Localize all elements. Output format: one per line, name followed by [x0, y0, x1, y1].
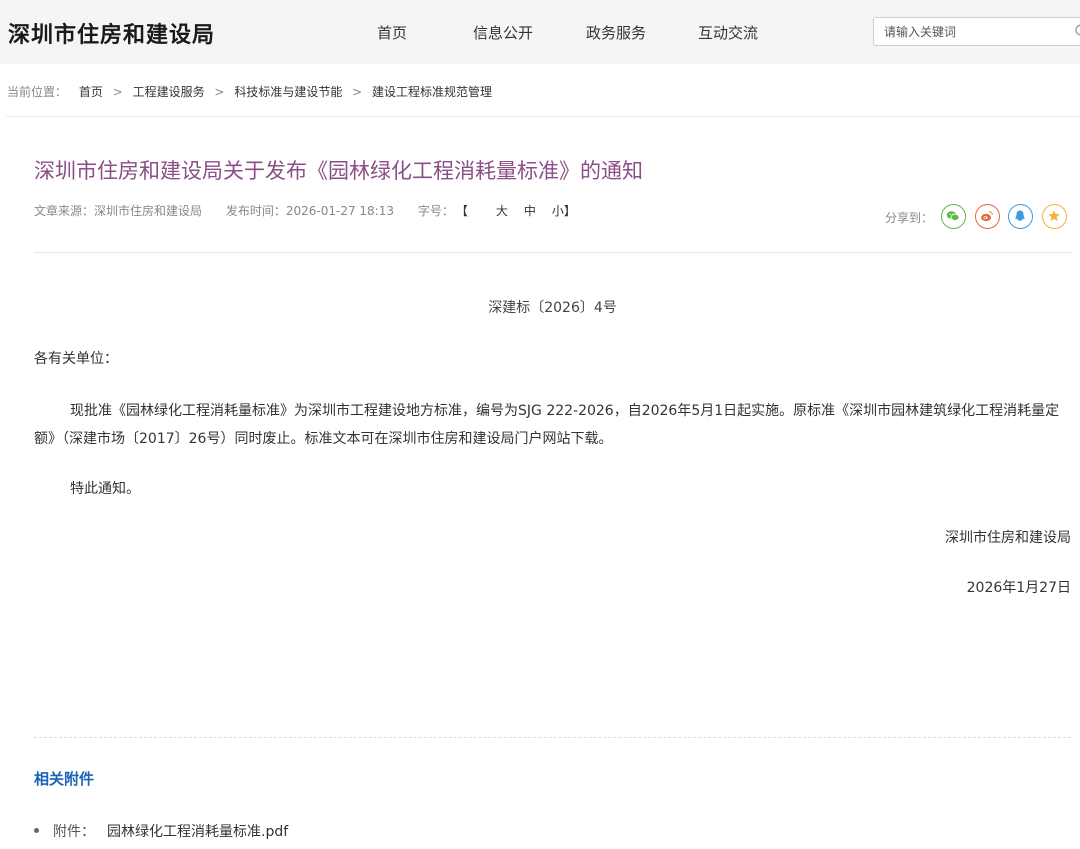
site-header: 深圳市住房和建设局 首页 信息公开 政务服务 互动交流 [0, 0, 1080, 64]
nav-info-disclosure[interactable]: 信息公开 [473, 22, 533, 43]
attachment-link[interactable]: 园林绿化工程消耗量标准.pdf [107, 824, 288, 840]
article-published-time: 发布时间：2026-01-27 18:13 [225, 204, 394, 218]
document-number: 深建标〔2026〕4号 [488, 300, 617, 316]
attachment-item: 附件： 园林绿化工程消耗量标准.pdf [34, 821, 288, 841]
search-icon[interactable] [1074, 23, 1080, 39]
nav-interaction[interactable]: 互动交流 [698, 22, 758, 43]
breadcrumb-prefix: 当前位置： [7, 85, 68, 99]
font-size-control: 【 大 中 小】 [462, 204, 596, 218]
divider [6, 116, 1080, 117]
favorite-button[interactable] [1042, 204, 1067, 229]
qq-icon [1015, 210, 1025, 221]
breadcrumb-home[interactable]: 首页 [79, 85, 103, 99]
bracket-close: 】 [563, 204, 576, 218]
bullet-icon [34, 827, 39, 833]
font-size-large-button[interactable]: 大 [496, 204, 508, 218]
nav-home[interactable]: 首页 [377, 22, 407, 43]
breadcrumb-separator: > [214, 85, 225, 99]
nav-government-services[interactable]: 政务服务 [586, 22, 646, 43]
share-wechat-button[interactable] [941, 204, 966, 229]
article-meta: 文章来源：深圳市住房和建设局 发布时间：2026-01-27 18:13 字号：… [34, 202, 616, 219]
wechat-icon [946, 211, 960, 221]
weibo-icon [981, 210, 994, 222]
salutation: 各有关单位： [34, 351, 118, 367]
font-size-medium-button[interactable]: 中 [524, 204, 536, 218]
breadcrumb-separator: > [112, 85, 123, 99]
breadcrumb-tech-standards[interactable]: 科技标准与建设节能 [234, 85, 342, 99]
divider [34, 737, 1071, 738]
bracket-open: 【 [461, 204, 468, 218]
attachments-heading: 相关附件 [34, 770, 95, 788]
search-box [873, 17, 1080, 46]
signature-date: 2026年1月27日 [966, 580, 1071, 596]
article-title: 深圳市住房和建设局关于发布《园林绿化工程消耗量标准》的通知 [34, 159, 643, 183]
article-source: 文章来源：深圳市住房和建设局 [34, 204, 203, 218]
star-icon [1048, 210, 1060, 222]
share-label: 分享到： [885, 211, 934, 225]
share-weibo-button[interactable] [975, 204, 1000, 229]
breadcrumb-standards-management[interactable]: 建设工程标准规范管理 [372, 85, 492, 99]
share-qq-button[interactable] [1008, 204, 1033, 229]
breadcrumb-separator: > [352, 85, 363, 99]
search-input[interactable] [884, 23, 1064, 41]
font-size-small-button[interactable]: 小 [552, 204, 564, 218]
attachment-prefix: 附件： [53, 824, 95, 840]
body-paragraph: 现批准《园林绿化工程消耗量标准》为深圳市工程建设地方标准，编号为SJG 222-… [34, 403, 1060, 447]
breadcrumb-construction-services[interactable]: 工程建设服务 [133, 85, 205, 99]
closing-remark: 特此通知。 [70, 481, 140, 497]
font-size-label: 字号： [417, 204, 454, 218]
divider [34, 252, 1071, 253]
breadcrumb: 当前位置： 首页 > 工程建设服务 > 科技标准与建设节能 > 建设工程标准规范… [7, 83, 492, 100]
site-title[interactable]: 深圳市住房和建设局 [8, 17, 215, 49]
signer: 深圳市住房和建设局 [945, 530, 1071, 546]
